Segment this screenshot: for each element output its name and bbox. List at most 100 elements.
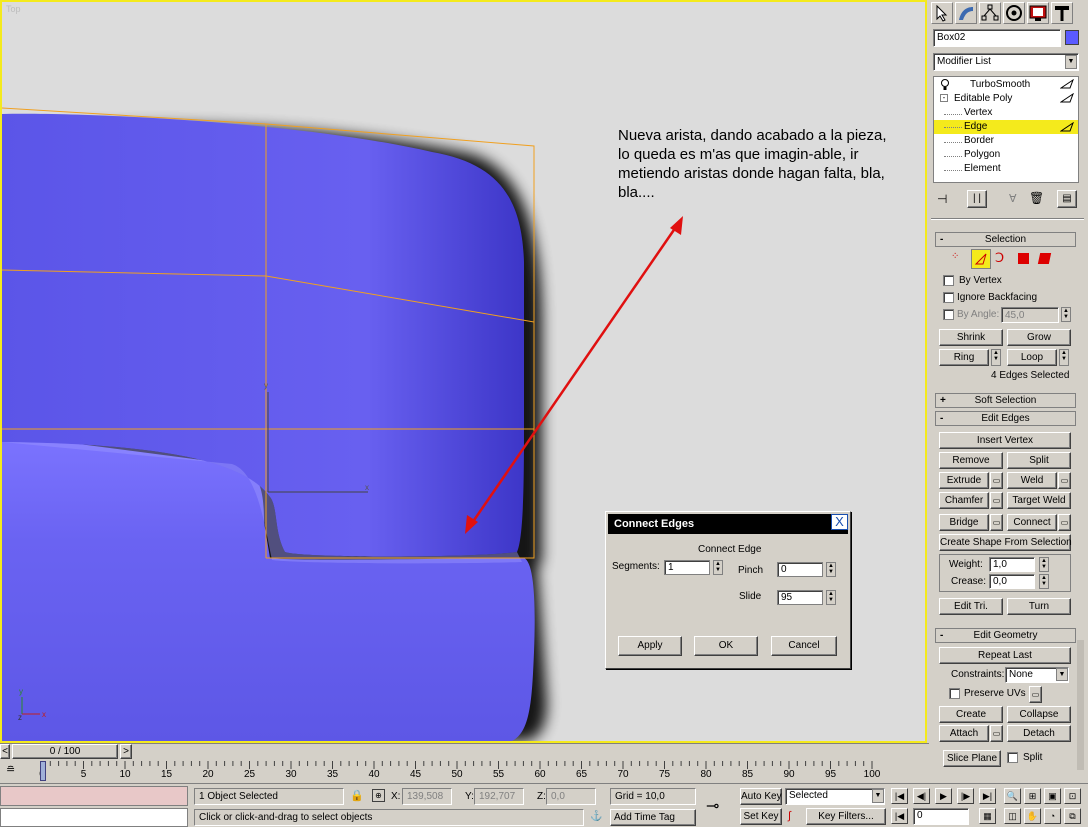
stack-item-border[interactable]: Border xyxy=(964,135,994,146)
prev-frame-button[interactable]: < xyxy=(0,744,10,759)
loop-button[interactable]: Loop xyxy=(1007,349,1057,366)
stack-item-element[interactable]: Element xyxy=(964,163,1001,174)
weight-input[interactable]: 1,0 xyxy=(989,557,1035,572)
set-key-button[interactable]: Set Key xyxy=(740,808,782,825)
key-mode-dropdown[interactable]: Selected ▼ xyxy=(785,788,885,805)
apply-button[interactable]: Apply xyxy=(618,636,682,656)
motion-tab[interactable] xyxy=(1003,2,1025,24)
stack-item-edge[interactable]: Edge xyxy=(934,120,1078,134)
stack-item-polygon[interactable]: Polygon xyxy=(964,149,1000,160)
split-checkbox[interactable] xyxy=(1007,752,1018,763)
soft-selection-rollout-header[interactable]: + Soft Selection xyxy=(935,393,1076,408)
chevron-down-icon[interactable]: ▼ xyxy=(1056,668,1068,681)
by-angle-input[interactable]: 45,0 xyxy=(1001,307,1059,323)
hierarchy-tab[interactable] xyxy=(979,2,1001,24)
insert-vertex-button[interactable]: Insert Vertex xyxy=(939,432,1071,449)
shrink-button[interactable]: Shrink xyxy=(939,329,1003,346)
maxscript-listener[interactable] xyxy=(0,786,188,806)
weight-spinner[interactable]: ▲ ▼ xyxy=(1039,557,1049,572)
detach-button[interactable]: Detach xyxy=(1007,725,1071,742)
time-slider[interactable]: < 0 / 100 > xyxy=(0,743,929,759)
chevron-down-icon[interactable]: ▼ xyxy=(872,789,884,803)
auto-key-button[interactable]: Auto Key xyxy=(740,788,782,805)
time-slider-thumb[interactable]: 0 / 100 xyxy=(12,744,118,759)
key-filters-button[interactable]: Key Filters... xyxy=(806,808,886,825)
object-name-input[interactable]: Box02 xyxy=(933,29,1061,47)
connect-button[interactable]: Connect xyxy=(1007,514,1057,531)
field-of-view-icon[interactable]: ◫ xyxy=(1004,808,1021,824)
zoom-extents-all-icon[interactable]: ⊡ xyxy=(1064,788,1081,804)
extrude-settings-icon[interactable]: ▭ xyxy=(990,472,1003,489)
pan-icon[interactable]: ✋ xyxy=(1024,808,1041,824)
slide-input[interactable]: 95 xyxy=(777,590,823,605)
element-icon[interactable] xyxy=(1037,253,1052,264)
zoom-icon[interactable]: 🔍 xyxy=(1004,788,1021,804)
vertex-icon[interactable]: ⁘ xyxy=(951,251,959,262)
create-button[interactable]: Create xyxy=(939,706,1003,723)
weld-settings-icon[interactable]: ▭ xyxy=(1058,472,1071,489)
ignore-backfacing-checkbox[interactable] xyxy=(943,292,954,303)
y-coordinate-field[interactable]: 192,707 xyxy=(474,788,524,805)
slide-spinner[interactable]: ▲ ▼ xyxy=(826,590,836,605)
selection-rollout-header[interactable]: - Selection xyxy=(935,232,1076,247)
current-frame-marker[interactable] xyxy=(40,761,46,781)
cancel-button[interactable]: Cancel xyxy=(771,636,837,656)
lightbulb-icon[interactable] xyxy=(940,79,950,94)
remove-button[interactable]: Remove xyxy=(939,452,1003,469)
weld-button[interactable]: Weld xyxy=(1007,472,1057,489)
chevron-down-icon[interactable]: ▼ xyxy=(1065,55,1077,69)
lock-icon[interactable]: 🔒 xyxy=(350,789,364,802)
maxscript-input[interactable] xyxy=(0,808,188,827)
create-shape-button[interactable]: Create Shape From Selection xyxy=(939,534,1072,551)
edit-geometry-rollout-header[interactable]: - Edit Geometry xyxy=(935,628,1076,643)
collapse-icon[interactable]: - xyxy=(940,94,948,102)
chamfer-button[interactable]: Chamfer xyxy=(939,492,989,509)
edit-tri-button[interactable]: Edit Tri. xyxy=(939,598,1003,615)
segments-input[interactable]: 1 xyxy=(664,560,710,575)
modifier-list-dropdown[interactable]: Modifier List ▼ xyxy=(933,53,1079,71)
mini-curve-editor-icon[interactable]: ≘ xyxy=(6,763,15,776)
pinch-input[interactable]: 0 xyxy=(777,562,823,577)
stack-item-turbosmooth[interactable]: TurboSmooth xyxy=(970,79,1030,90)
play-icon[interactable]: ▶ xyxy=(935,788,952,804)
ring-spinner[interactable]: ▲ ▼ xyxy=(991,349,1001,366)
remove-modifier-icon[interactable]: 🗑 xyxy=(1029,191,1044,205)
modify-tab[interactable] xyxy=(955,2,977,24)
stack-item-vertex[interactable]: Vertex xyxy=(964,107,992,118)
bridge-settings-icon[interactable]: ▭ xyxy=(990,514,1003,531)
preserve-uvs-checkbox[interactable] xyxy=(949,688,960,699)
add-time-tag-button[interactable]: Add Time Tag xyxy=(610,809,696,826)
object-color-swatch[interactable] xyxy=(1065,30,1079,45)
previous-frame-icon[interactable]: ◀| xyxy=(913,788,930,804)
connect-settings-icon[interactable]: ▭ xyxy=(1058,514,1071,531)
edit-edges-rollout-header[interactable]: - Edit Edges xyxy=(935,411,1076,426)
collapse-button[interactable]: Collapse xyxy=(1007,706,1071,723)
by-vertex-checkbox[interactable] xyxy=(943,275,954,286)
show-end-result-icon[interactable]: | | xyxy=(967,190,987,208)
close-icon[interactable]: X xyxy=(831,514,848,530)
create-tab[interactable] xyxy=(931,2,953,24)
preserve-uvs-settings-icon[interactable]: ▭ xyxy=(1029,686,1042,703)
stack-item-editable-poly[interactable]: Editable Poly xyxy=(954,93,1012,104)
panel-scrollbar[interactable] xyxy=(1077,640,1084,770)
utilities-tab[interactable] xyxy=(1051,2,1073,24)
key-mode-toggle-icon[interactable]: |◀ xyxy=(891,808,908,824)
bridge-button[interactable]: Bridge xyxy=(939,514,989,531)
crease-input[interactable]: 0,0 xyxy=(989,574,1035,589)
pin-stack-icon[interactable]: ⊣ xyxy=(937,192,947,206)
extrude-button[interactable]: Extrude xyxy=(939,472,989,489)
segments-spinner[interactable]: ▲ ▼ xyxy=(713,560,723,575)
go-to-start-icon[interactable]: |◀ xyxy=(891,788,908,804)
x-coordinate-field[interactable]: 139,508 xyxy=(402,788,452,805)
repeat-last-button[interactable]: Repeat Last xyxy=(939,647,1071,664)
slice-plane-button[interactable]: Slice Plane xyxy=(943,750,1001,767)
attach-button[interactable]: Attach xyxy=(939,725,989,742)
pinch-spinner[interactable]: ▲ ▼ xyxy=(826,562,836,577)
zoom-extents-icon[interactable]: ▣ xyxy=(1044,788,1061,804)
by-angle-checkbox[interactable] xyxy=(943,309,954,320)
polygon-icon[interactable] xyxy=(1018,253,1029,264)
ok-button[interactable]: OK xyxy=(694,636,758,656)
next-frame-button[interactable]: > xyxy=(120,744,132,759)
current-frame-input[interactable]: 0 xyxy=(913,808,969,825)
turn-button[interactable]: Turn xyxy=(1007,598,1071,615)
